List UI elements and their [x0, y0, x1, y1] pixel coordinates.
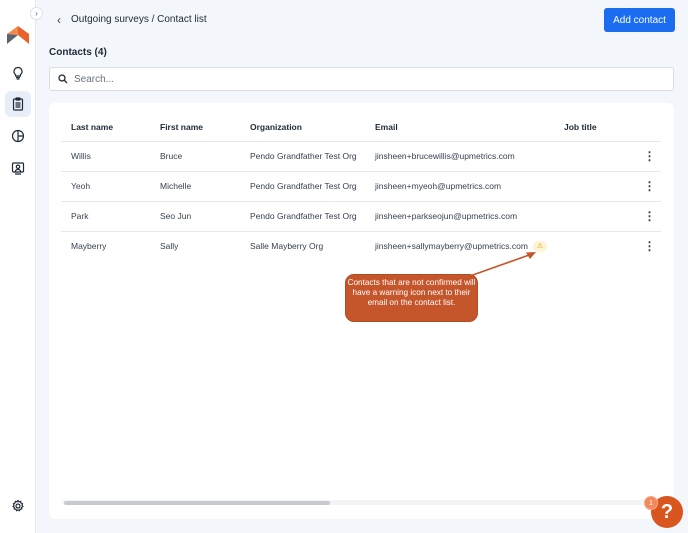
cell-last-name: Yeoh [61, 171, 150, 202]
sidebar-item-surveys[interactable] [5, 91, 31, 117]
annotation-callout: Contacts that are not confirmed will hav… [345, 274, 478, 322]
email-text: jinsheen+brucewillis@upmetrics.com [375, 151, 515, 161]
sidebar-item-settings[interactable] [5, 493, 31, 519]
add-contact-button[interactable]: Add contact [604, 8, 675, 32]
email-text: jinsheen+parkseojun@upmetrics.com [375, 211, 518, 221]
scrollbar-thumb[interactable] [64, 501, 330, 505]
lightbulb-icon [13, 66, 23, 80]
contacts-table: Last name First name Organization Email … [61, 113, 661, 261]
column-header-email[interactable]: Email [365, 113, 554, 142]
horizontal-scrollbar[interactable] [62, 500, 662, 505]
search-icon [58, 74, 68, 84]
back-button[interactable]: ‹ [57, 13, 61, 27]
help-notification-badge: 1 [644, 496, 658, 510]
table-header-row: Last name First name Organization Email … [61, 113, 661, 142]
cell-organization: Pendo Grandfather Test Org [240, 201, 365, 232]
sidebar-item-contacts[interactable] [5, 155, 31, 181]
cell-email: jinsheen+myeoh@upmetrics.com [365, 171, 554, 202]
column-header-organization[interactable]: Organization [240, 113, 365, 142]
cell-first-name: Michelle [150, 171, 240, 202]
cell-last-name: Willis [61, 141, 150, 172]
cell-organization: Pendo Grandfather Test Org [240, 171, 365, 202]
table-row[interactable]: Yeoh Michelle Pendo Grandfather Test Org… [61, 171, 661, 202]
column-header-first-name[interactable]: First name [150, 113, 240, 142]
column-header-actions [628, 113, 661, 142]
cell-job-title [554, 231, 628, 261]
cell-job-title [554, 201, 628, 232]
cell-email: jinsheen+parkseojun@upmetrics.com [365, 201, 554, 232]
clipboard-icon [12, 97, 24, 111]
contacts-title: Contacts (4) [49, 47, 107, 58]
sidebar-item-insights[interactable] [5, 60, 31, 86]
search-input[interactable] [74, 73, 628, 85]
annotation-arrow [469, 252, 536, 277]
cell-job-title [554, 171, 628, 202]
gear-icon [12, 499, 24, 512]
search-box [49, 67, 674, 91]
column-header-job-title[interactable]: Job title [554, 113, 628, 142]
row-menu-button[interactable]: ⋮ [638, 180, 661, 192]
cell-last-name: Park [61, 201, 150, 232]
page-header: ‹ Outgoing surveys / Contact list Add co… [37, 0, 688, 40]
main-content: ‹ Outgoing surveys / Contact list Add co… [37, 0, 688, 533]
row-menu-button[interactable]: ⋮ [638, 150, 661, 162]
table-row[interactable]: Willis Bruce Pendo Grandfather Test Org … [61, 141, 661, 172]
email-text: jinsheen+myeoh@upmetrics.com [375, 181, 502, 191]
cell-last-name: Mayberry [71, 241, 107, 252]
contact-card-icon [11, 162, 25, 175]
row-menu-button[interactable]: ⋮ [638, 240, 661, 252]
sidebar-expand-button[interactable]: › [30, 7, 43, 20]
cell-first-name: Sally [160, 241, 179, 252]
chevron-right-icon: › [35, 9, 38, 18]
row-menu-button[interactable]: ⋮ [638, 210, 661, 222]
sidebar [0, 0, 36, 533]
cell-first-name: Bruce [150, 141, 240, 172]
cell-job-title [554, 141, 628, 172]
pie-chart-icon [11, 129, 25, 143]
cell-email: jinsheen+brucewillis@upmetrics.com [365, 141, 554, 172]
app-logo [7, 26, 29, 44]
table-row[interactable]: Park Seo Jun Pendo Grandfather Test Org … [61, 201, 661, 232]
cell-first-name: Seo Jun [150, 201, 240, 232]
cell-organization: Salle Mayberry Org [250, 241, 324, 252]
column-header-last-name[interactable]: Last name [61, 113, 150, 142]
table-row[interactable]: Mayberry Sally Salle Mayberry Org jinshe… [61, 231, 661, 261]
sidebar-item-reports[interactable] [5, 123, 31, 149]
breadcrumb: Outgoing surveys / Contact list [71, 14, 207, 25]
cell-organization: Pendo Grandfather Test Org [240, 141, 365, 172]
